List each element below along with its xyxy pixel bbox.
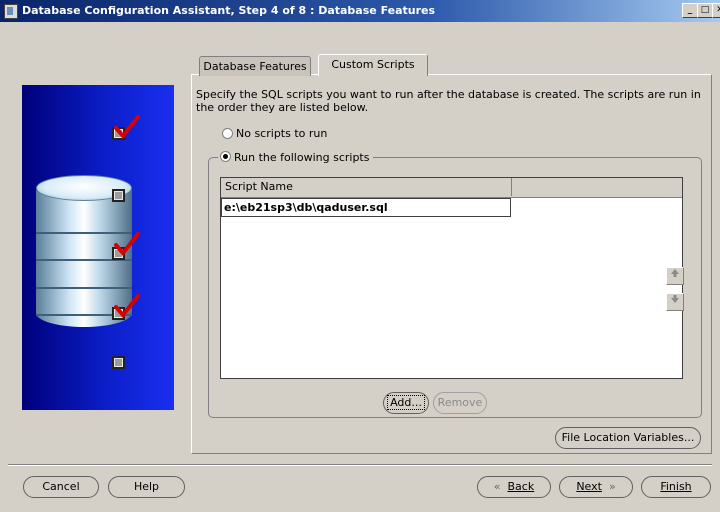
footer-separator [8, 464, 712, 466]
run-scripts-radio[interactable] [220, 151, 231, 162]
next-arrow-icon: » [608, 480, 616, 493]
column-header-script-name[interactable]: Script Name [221, 178, 512, 196]
move-down-button[interactable] [666, 293, 684, 311]
close-button[interactable]: ✕ [712, 3, 720, 18]
run-scripts-option[interactable]: Run the following scripts [218, 151, 374, 164]
checkmark-icon [114, 232, 140, 256]
window-title: Database Configuration Assistant, Step 4… [22, 4, 436, 17]
script-name-cell[interactable]: e:\eb21sp3\db\qaduser.sql [221, 198, 511, 217]
cancel-button[interactable]: Cancel [23, 476, 99, 498]
next-label: Next [576, 480, 602, 493]
back-button[interactable]: « Back [477, 476, 551, 498]
tab-database-features[interactable]: Database Features [199, 56, 311, 76]
finish-label: Finish [660, 480, 692, 493]
step-progress-graphic [22, 85, 174, 410]
scripts-table[interactable]: Script Name e:\eb21sp3\db\qaduser.sql [220, 177, 683, 379]
help-button[interactable]: Help [108, 476, 185, 498]
app-icon[interactable] [4, 4, 18, 19]
title-bar[interactable]: Database Configuration Assistant, Step 4… [0, 0, 720, 22]
file-location-variables-button[interactable]: File Location Variables... [555, 427, 701, 449]
table-header: Script Name [221, 178, 682, 198]
step-2-checkbox-icon [112, 189, 125, 202]
tab-custom-scripts[interactable]: Custom Scripts [318, 54, 428, 76]
back-arrow-icon: « [493, 480, 501, 493]
checkmark-icon [114, 294, 140, 318]
minimize-button[interactable]: _ [682, 3, 698, 18]
checkmark-icon [114, 115, 140, 139]
move-up-button[interactable] [666, 267, 684, 285]
column-header-blank [512, 178, 682, 196]
arrow-down-icon [671, 295, 679, 303]
next-button[interactable]: Next » [559, 476, 633, 498]
no-scripts-label[interactable]: No scripts to run [236, 127, 327, 140]
description-text: Specify the SQL scripts you want to run … [196, 88, 701, 114]
run-scripts-label[interactable]: Run the following scripts [234, 151, 369, 164]
add-script-label: Add... [387, 395, 425, 410]
back-label: Back [507, 480, 535, 493]
add-script-button[interactable]: Add... [383, 392, 429, 414]
no-scripts-radio[interactable] [222, 128, 233, 139]
arrow-up-icon [671, 269, 679, 277]
step-5-checkbox-icon [112, 356, 125, 369]
maximize-button[interactable]: □ [697, 3, 713, 18]
remove-script-button[interactable]: Remove [433, 392, 487, 414]
finish-button[interactable]: Finish [641, 476, 711, 498]
